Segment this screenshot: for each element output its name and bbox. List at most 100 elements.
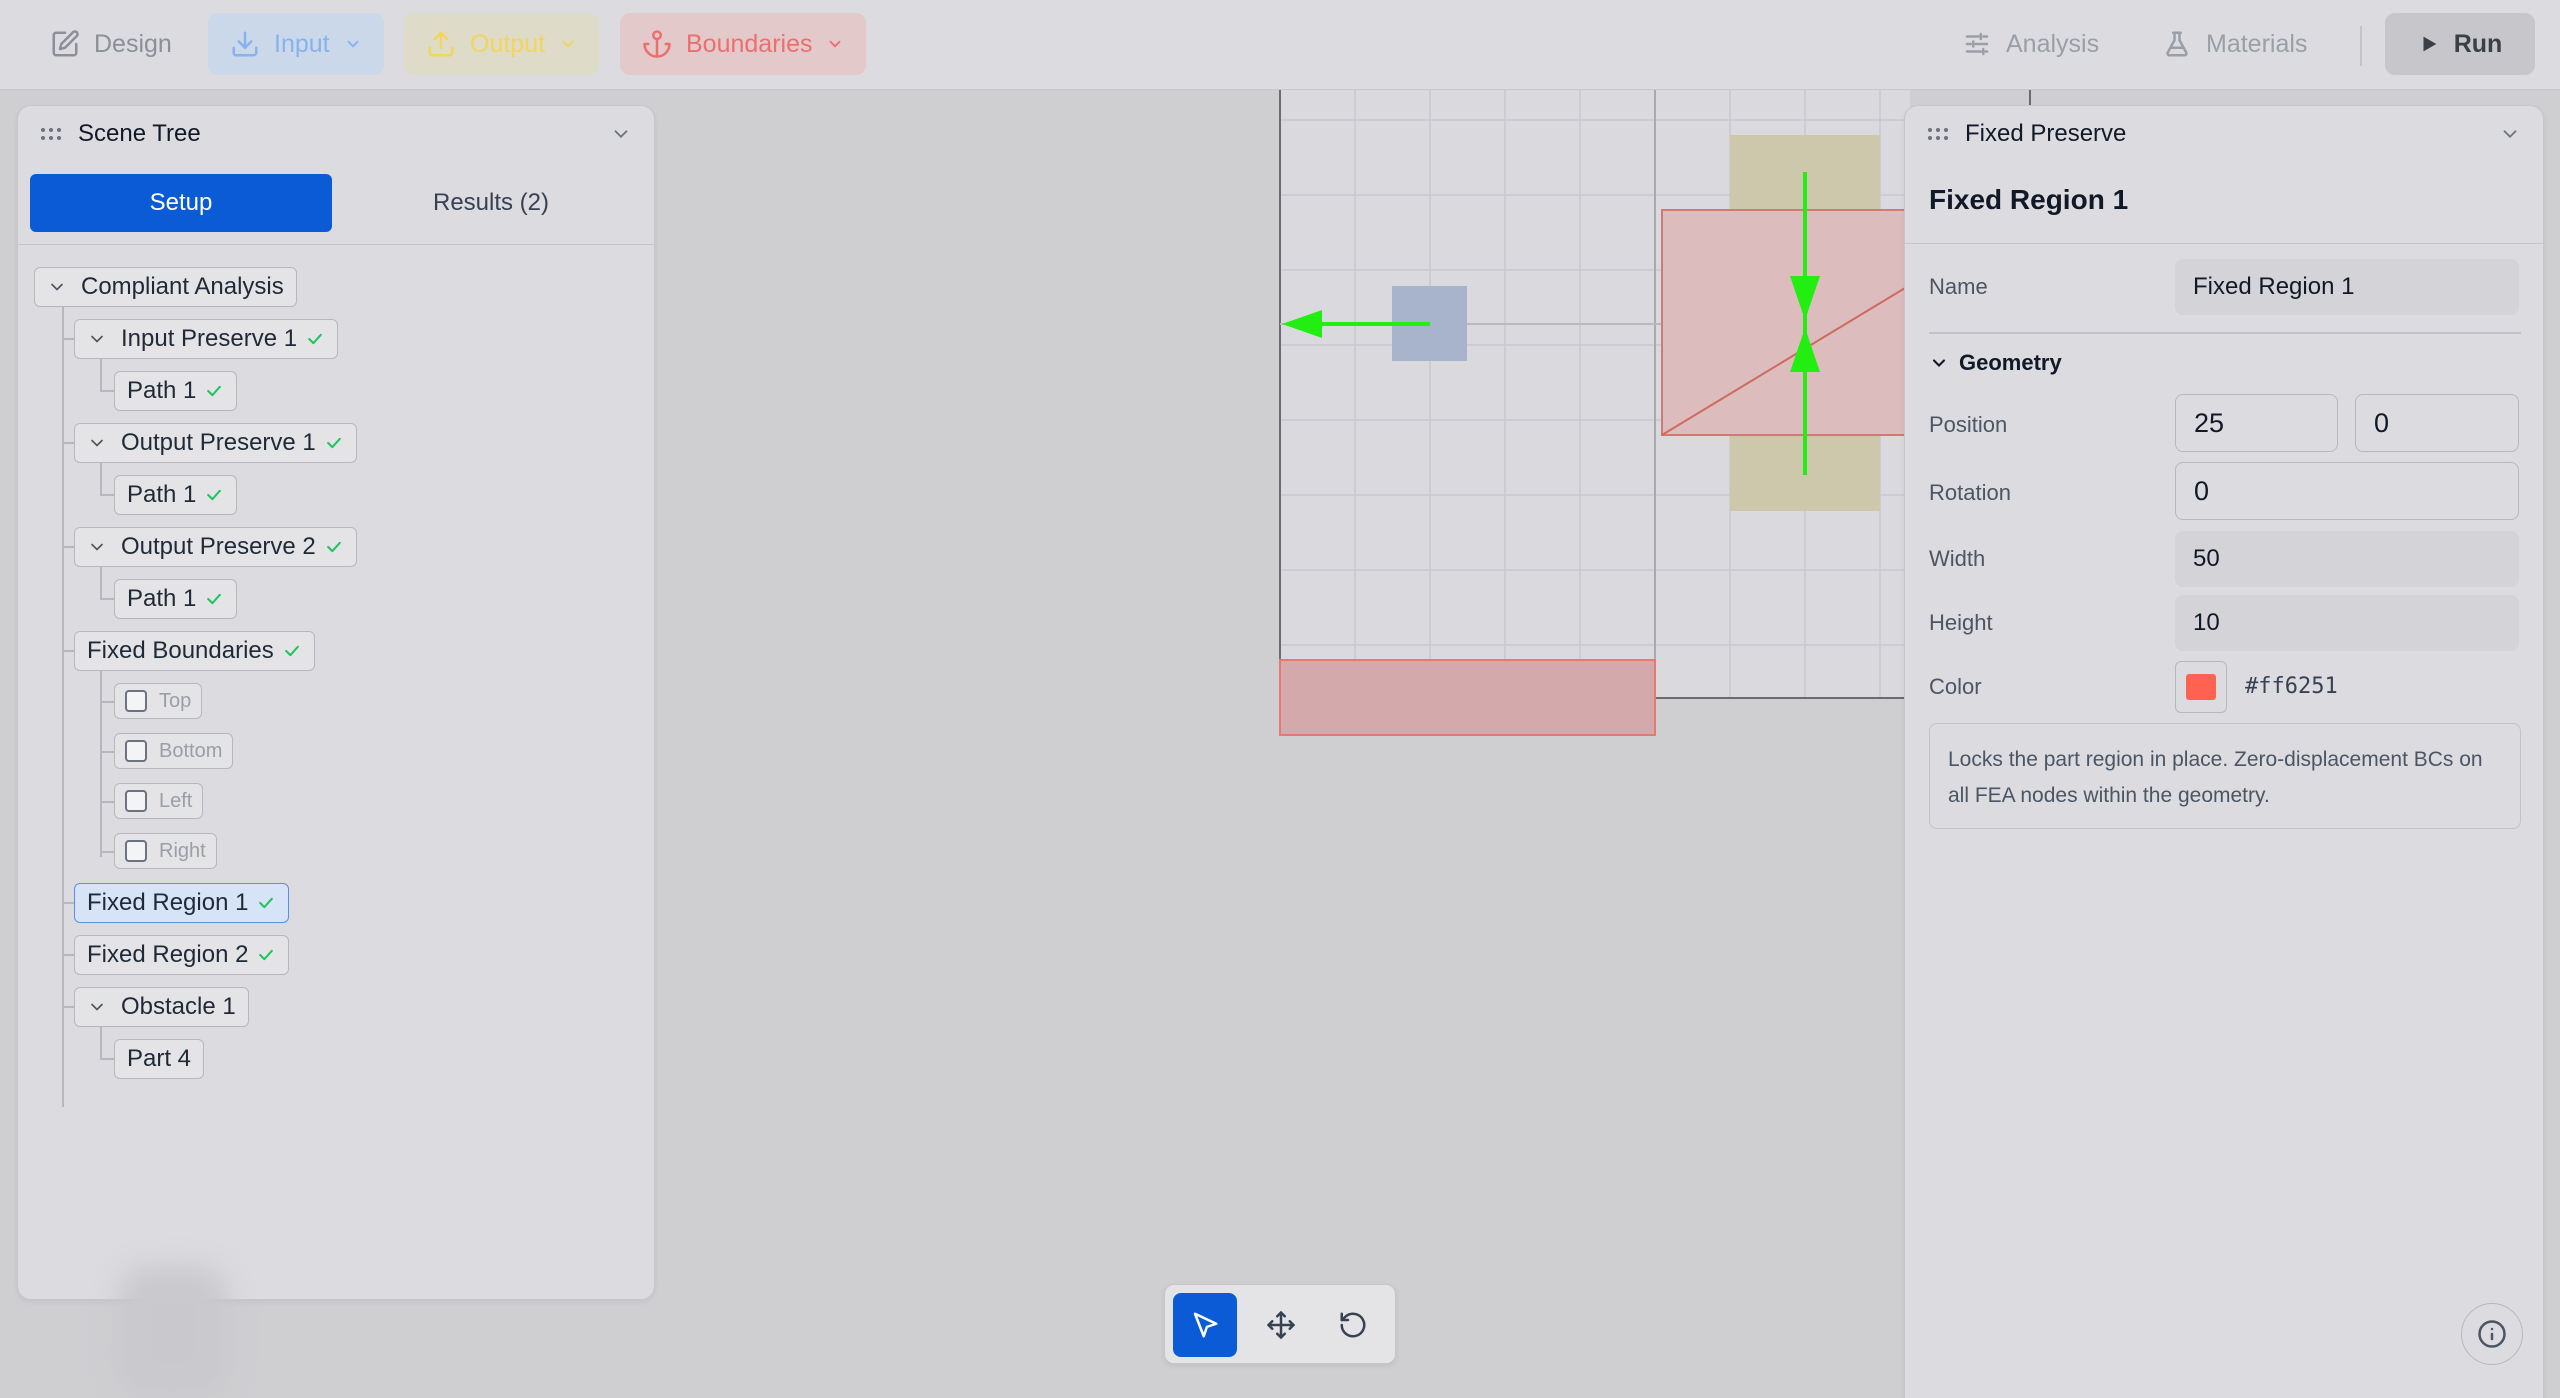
input-label: Input [274, 29, 330, 58]
tree-node-input-preserve-1[interactable]: Input Preserve 1 [74, 319, 339, 359]
tree-line [100, 390, 114, 392]
run-label: Run [2453, 29, 2503, 58]
position-y-input[interactable]: 0 [2355, 394, 2519, 452]
chevron-down-icon[interactable] [2499, 123, 2521, 145]
section-divider [1929, 332, 2521, 334]
tree-node-fixed-region-1[interactable]: Fixed Region 1 [74, 883, 290, 923]
chevron-down-icon [1932, 359, 1946, 367]
width-label: Width [1929, 546, 1986, 571]
flask-icon [2166, 31, 2188, 57]
tree-line [100, 359, 102, 391]
color-label: Color [1929, 674, 1982, 699]
analysis-label: Analysis [2006, 29, 2100, 58]
tree-node-label: Path 1 [127, 585, 197, 612]
rotation-input[interactable]: 0 [2175, 462, 2519, 520]
chevron-down-icon[interactable] [87, 329, 107, 349]
materials-label: Materials [2206, 29, 2308, 58]
tree-line [100, 751, 114, 753]
chevron-down-icon[interactable] [87, 433, 107, 453]
tree-line [62, 338, 74, 340]
upload-icon [428, 31, 454, 57]
output-menu-button[interactable]: Output [404, 13, 600, 75]
tree-line [62, 307, 64, 1107]
name-field[interactable]: Fixed Region 1 [2175, 259, 2519, 315]
color-swatch[interactable] [2175, 661, 2227, 713]
position-label: Position [1929, 412, 2008, 437]
tree-node-output2-path-1[interactable]: Path 1 [114, 579, 238, 619]
output-label: Output [470, 29, 546, 58]
checkbox[interactable] [125, 740, 147, 762]
tree-node-label: Input Preserve 1 [121, 325, 298, 352]
tree-node-output1-path-1[interactable]: Path 1 [114, 475, 238, 515]
check-icon [207, 385, 222, 397]
materials-button[interactable]: Materials [2140, 13, 2329, 75]
checkbox[interactable] [125, 690, 147, 712]
scene-tree-tabs: Setup Results (2) [30, 174, 645, 232]
color-swatch-fill [2186, 674, 2216, 700]
input-menu-button[interactable]: Input [208, 13, 384, 75]
tree-node-obstacle-1[interactable]: Obstacle 1 [74, 987, 249, 1027]
tree-node-fixed-region-2[interactable]: Fixed Region 2 [74, 935, 290, 975]
tree-divider [18, 244, 654, 245]
select-tool-button[interactable] [1173, 1293, 1237, 1357]
boundary-top-checkbox[interactable]: Top [114, 683, 203, 719]
tree-line [62, 442, 74, 444]
grip-icon[interactable] [1927, 127, 1949, 141]
tab-setup[interactable]: Setup [30, 174, 332, 232]
tree-node-input-path-1[interactable]: Path 1 [114, 371, 238, 411]
checkbox[interactable] [125, 790, 147, 812]
analysis-button[interactable]: Analysis [1940, 13, 2121, 75]
scene-tree-header[interactable]: Scene Tree [18, 106, 654, 162]
rotate-tool-button[interactable] [1321, 1293, 1385, 1357]
chevron-down-icon[interactable] [610, 123, 632, 145]
run-button[interactable]: Run [2385, 13, 2535, 75]
name-label: Name [1929, 274, 1988, 299]
chevron-down-icon[interactable] [87, 997, 107, 1017]
tree-node-compliant-analysis[interactable]: Compliant Analysis [34, 267, 297, 307]
check-icon [326, 541, 341, 553]
tree-node-label: Part 4 [127, 1045, 192, 1072]
properties-divider [1905, 243, 2543, 244]
top-toolbar: Design Input Output Boundaries Analysis … [0, 0, 2560, 90]
design-label: Design [94, 29, 172, 58]
fixed-region-1[interactable] [1279, 659, 1656, 736]
geometry-section-toggle[interactable]: Geometry [1929, 350, 2062, 376]
properties-header[interactable]: Fixed Preserve [1905, 106, 2543, 162]
checkbox-label: Top [159, 689, 192, 712]
tree-node-fixed-boundaries[interactable]: Fixed Boundaries [74, 631, 315, 671]
chevron-down-icon [830, 40, 841, 48]
obstacle-region[interactable] [1661, 209, 1911, 436]
check-icon [308, 333, 322, 345]
chevron-down-icon [347, 40, 359, 48]
checkbox[interactable] [125, 840, 147, 862]
tree-node-label: Fixed Region 1 [87, 889, 249, 916]
tree-node-part-4[interactable]: Part 4 [114, 1039, 205, 1079]
sliders-icon [1965, 32, 1989, 56]
position-x-input[interactable]: 25 [2175, 394, 2338, 452]
info-button[interactable] [2461, 1303, 2523, 1365]
check-icon [207, 593, 222, 605]
boundaries-label: Boundaries [686, 29, 813, 58]
tree-line [100, 701, 114, 703]
tree-line [62, 650, 74, 652]
grip-icon[interactable] [40, 127, 62, 141]
tab-results[interactable]: Results (2) [340, 174, 642, 232]
tree-node-output-preserve-1[interactable]: Output Preserve 1 [74, 423, 357, 463]
chevron-down-icon[interactable] [87, 537, 107, 557]
tree-line [100, 671, 102, 857]
boundary-left-checkbox[interactable]: Left [114, 783, 204, 819]
move-icon [1267, 1311, 1295, 1339]
play-icon [2423, 36, 2437, 52]
move-tool-button[interactable] [1249, 1293, 1313, 1357]
design-button[interactable]: Design [28, 13, 194, 75]
color-hex-value[interactable]: #ff6251 [2245, 674, 2338, 699]
tree-node-label: Obstacle 1 [121, 993, 236, 1020]
boundary-right-checkbox[interactable]: Right [114, 833, 217, 869]
tree-line [62, 954, 74, 956]
width-input[interactable]: 50 [2175, 531, 2519, 587]
boundaries-menu-button[interactable]: Boundaries [620, 13, 867, 75]
chevron-down-icon[interactable] [47, 277, 67, 297]
tree-node-output-preserve-2[interactable]: Output Preserve 2 [74, 527, 357, 567]
boundary-bottom-checkbox[interactable]: Bottom [114, 733, 234, 769]
height-input[interactable]: 10 [2175, 595, 2519, 651]
